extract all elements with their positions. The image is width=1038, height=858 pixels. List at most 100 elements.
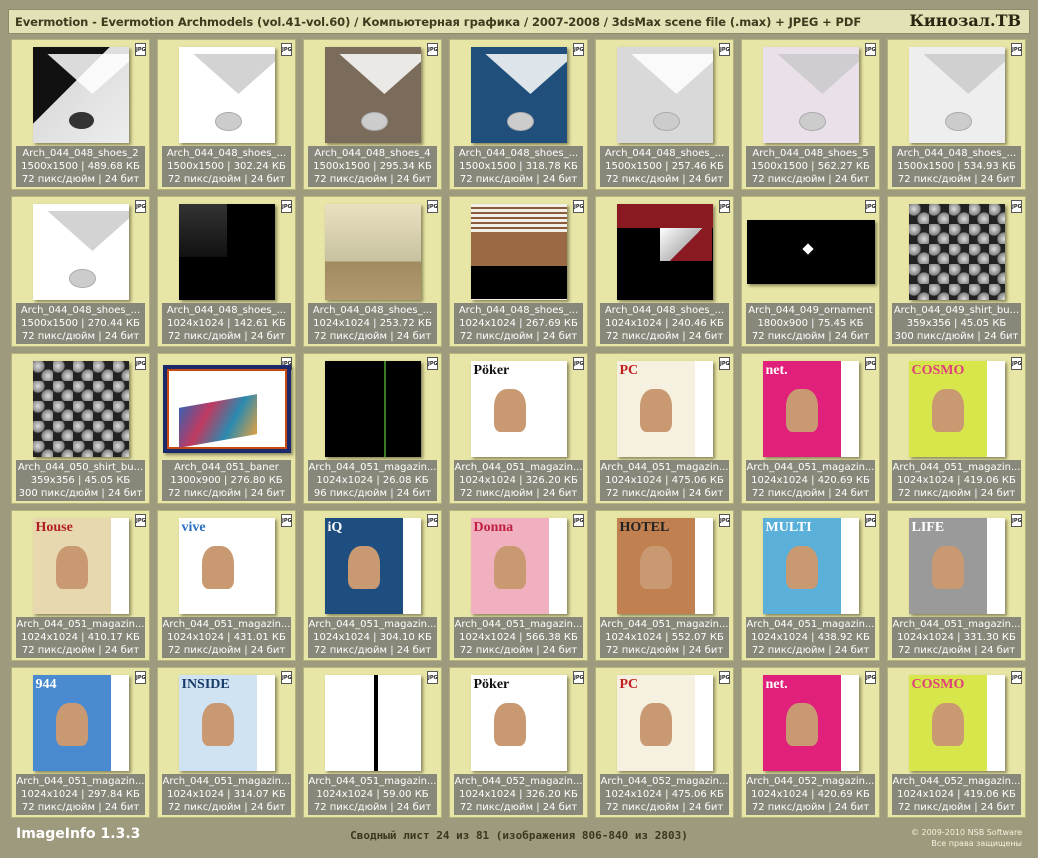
thumbnail-image[interactable] [32,46,129,143]
thumbnail-frame [600,43,729,146]
thumbnail-cell[interactable]: JPG MULTI Arch_044_051_magazin... 1024x1024… [741,510,880,661]
thumbnail-cell[interactable]: JPG PC Arch_044_051_magazin... 1024x1024 | … [595,353,734,504]
thumbnail-cell[interactable]: JPG HOTEL Arch_044_051_magazin... 1024x1024… [595,510,734,661]
thumbnail-cell[interactable]: JPG Arch_044_048_shoes_... 1500x1500 | 302… [157,39,296,190]
file-name: Arch_044_049_ornament [748,305,873,316]
thumbnail-image[interactable] [324,360,421,457]
thumbnail-cell[interactable]: JPG net. Arch_044_052_magazin... 1024x1024 … [741,667,880,818]
file-name: Arch_044_048_shoes_... [166,305,287,316]
thumbnail-cell[interactable]: JPG Arch_044_048_shoes_... 1500x1500 | 257… [595,39,734,190]
thumbnail-frame: net. [746,671,875,774]
brand-logo: Кинозал.ТВ [909,11,1021,30]
thumbnail-image[interactable]: net. [762,674,859,771]
cover-title: House [35,519,73,535]
image-info: Arch_044_049_shirt_bu... 359x356 | 45.05 … [892,303,1021,344]
thumbnail-frame: vive [162,514,291,617]
thumbnail-cell[interactable]: JPG Arch_044_048_shoes_4 1500x1500 | 295.3… [303,39,442,190]
thumbnail-image[interactable] [178,46,275,143]
thumbnail-cell[interactable]: JPG INSIDE Arch_044_051_magazin... 1024x102… [157,667,296,818]
thumbnail-image[interactable] [762,46,859,143]
thumbnail-image[interactable] [470,203,567,300]
thumbnail-cell[interactable]: JPG House Arch_044_051_magazin... 1024x1024… [11,510,150,661]
thumbnail-image[interactable]: MULTI [762,517,859,614]
image-resolution: 72 пикс/дюйм | 24 бит [313,174,432,185]
thumbnail-cell[interactable]: JPG LIFE Arch_044_051_magazin... 1024x1024 … [887,510,1026,661]
image-resolution: 72 пикс/дюйм | 24 бит [751,331,870,342]
thumbnail-cell[interactable]: JPG Donna Arch_044_051_magazin... 1024x1024… [449,510,588,661]
thumbnail-image[interactable] [616,46,713,143]
rights-line: Все права защищены [931,839,1022,848]
thumbnail-image[interactable] [470,46,567,143]
thumbnail-image[interactable] [324,203,421,300]
thumbnail-cell[interactable]: JPG Arch_044_048_shoes_... 1500x1500 | 534… [887,39,1026,190]
thumbnail-frame: House [16,514,145,617]
thumbnail-cell[interactable]: JPG Arch_044_048_shoes_5 1500x1500 | 562.2… [741,39,880,190]
thumbnail-cell[interactable]: JPG Arch_044_048_shoes_... 1024x1024 | 253… [303,196,442,347]
thumbnail-image[interactable]: 944 [32,674,129,771]
thumbnail-cell[interactable]: JPG Arch_044_048_shoes_... 1024x1024 | 142… [157,196,296,347]
image-info: Arch_044_051_magazin... 1024x1024 | 410.1… [16,617,145,658]
image-info: Arch_044_051_magazin... 1024x1024 | 297.8… [16,774,145,815]
image-info: Arch_044_051_magazin... 1024x1024 | 419.0… [892,460,1021,501]
file-name: Arch_044_048_shoes_... [604,148,725,159]
thumbnail-image[interactable]: HOTEL [616,517,713,614]
cover-title: HOTEL [619,519,670,535]
thumbnail-cell[interactable]: JPG Arch_044_051_magazin... 1024x1024 | 59… [303,667,442,818]
thumbnail-cell[interactable]: JPG Arch_044_048_shoes_2 1500x1500 | 489.6… [11,39,150,190]
thumbnail-image[interactable] [746,219,875,284]
file-name: Arch_044_052_magazin... [746,776,875,787]
thumbnail-cell[interactable]: JPG Arch_044_051_magazin... 1024x1024 | 26… [303,353,442,504]
thumbnail-cell[interactable]: JPG COSMO Arch_044_052_magazin... 1024x1024… [887,667,1026,818]
image-dimensions: 1500x1500 | 489.68 КБ [21,161,140,172]
thumbnail-cell[interactable]: JPG Arch_044_048_shoes_... 1500x1500 | 318… [449,39,588,190]
cover-title: COSMO [911,362,965,378]
image-info: Arch_044_048_shoes_... 1500x1500 | 534.93… [892,146,1021,187]
thumbnail-cell[interactable]: JPG Pöker Arch_044_051_magazin... 1024x1024… [449,353,588,504]
thumbnail-image[interactable]: Donna [470,517,567,614]
thumbnail-image[interactable]: Pöker [470,674,567,771]
thumbnail-image[interactable] [324,674,421,771]
thumbnail-cell[interactable]: JPG Pöker Arch_044_052_magazin... 1024x1024… [449,667,588,818]
thumbnail-cell[interactable]: JPG COSMO Arch_044_051_magazin... 1024x1024… [887,353,1026,504]
thumbnail-image[interactable]: PC [616,674,713,771]
image-dimensions: 1024x1024 | 314.07 КБ [167,789,286,800]
thumbnail-image[interactable] [324,46,421,143]
image-info: Arch_044_048_shoes_... 1500x1500 | 302.24… [162,146,291,187]
thumbnail-image[interactable]: LIFE [908,517,1005,614]
thumbnail-cell[interactable]: JPG PC Arch_044_052_magazin... 1024x1024 | … [595,667,734,818]
thumbnail-image[interactable]: INSIDE [178,674,275,771]
thumbnail-image[interactable]: COSMO [908,674,1005,771]
thumbnail-image[interactable] [178,203,275,300]
thumbnail-cell[interactable]: JPG Arch_044_049_ornament 1800x900 | 75.45… [741,196,880,347]
file-name: Arch_044_051_magazin... [308,619,437,630]
thumbnail-image[interactable]: net. [762,360,859,457]
thumbnail-image[interactable]: House [32,517,129,614]
file-name: Arch_044_048_shoes_... [166,148,287,159]
thumbnail-cell[interactable]: JPG Arch_044_048_shoes_... 1024x1024 | 240… [595,196,734,347]
thumbnail-cell[interactable]: JPG Arch_044_048_shoes_... 1024x1024 | 267… [449,196,588,347]
thumbnail-image[interactable] [32,360,129,457]
thumbnail-image[interactable]: vive [178,517,275,614]
thumbnail-image[interactable]: Pöker [470,360,567,457]
image-info: Arch_044_051_magazin... 1024x1024 | 566.3… [454,617,583,658]
thumbnail-image[interactable] [908,46,1005,143]
thumbnail-image[interactable]: COSMO [908,360,1005,457]
thumbnail-image[interactable]: PC [616,360,713,457]
thumbnail-image[interactable] [32,203,129,300]
thumbnail-cell[interactable]: JPG Arch_044_048_shoes_... 1500x1500 | 270… [11,196,150,347]
thumbnail-cell[interactable]: JPG Arch_044_049_shirt_bu... 359x356 | 45.… [887,196,1026,347]
image-resolution: 72 пикс/дюйм | 24 бит [313,802,432,813]
image-dimensions: 1800x900 | 75.45 КБ [757,318,864,329]
thumbnail-image[interactable]: iQ [324,517,421,614]
thumbnail-cell[interactable]: JPG vive Arch_044_051_magazin... 1024x1024 … [157,510,296,661]
image-resolution: 72 пикс/дюйм | 24 бит [167,331,286,342]
thumbnail-image[interactable] [908,203,1005,300]
thumbnail-image[interactable] [616,203,713,300]
image-dimensions: 1024x1024 | 26.08 КБ [316,475,429,486]
thumbnail-cell[interactable]: JPG Arch_044_050_shirt_bu... 359x356 | 45.… [11,353,150,504]
thumbnail-cell[interactable]: JPG iQ Arch_044_051_magazin... 1024x1024 | … [303,510,442,661]
thumbnail-image[interactable] [162,364,291,453]
thumbnail-cell[interactable]: JPGArch_044_051_baner1300x900 | 276.80 К… [157,353,296,504]
thumbnail-cell[interactable]: JPG 944 Arch_044_051_magazin... 1024x1024 |… [11,667,150,818]
thumbnail-cell[interactable]: JPG net. Arch_044_051_magazin... 1024x1024 … [741,353,880,504]
